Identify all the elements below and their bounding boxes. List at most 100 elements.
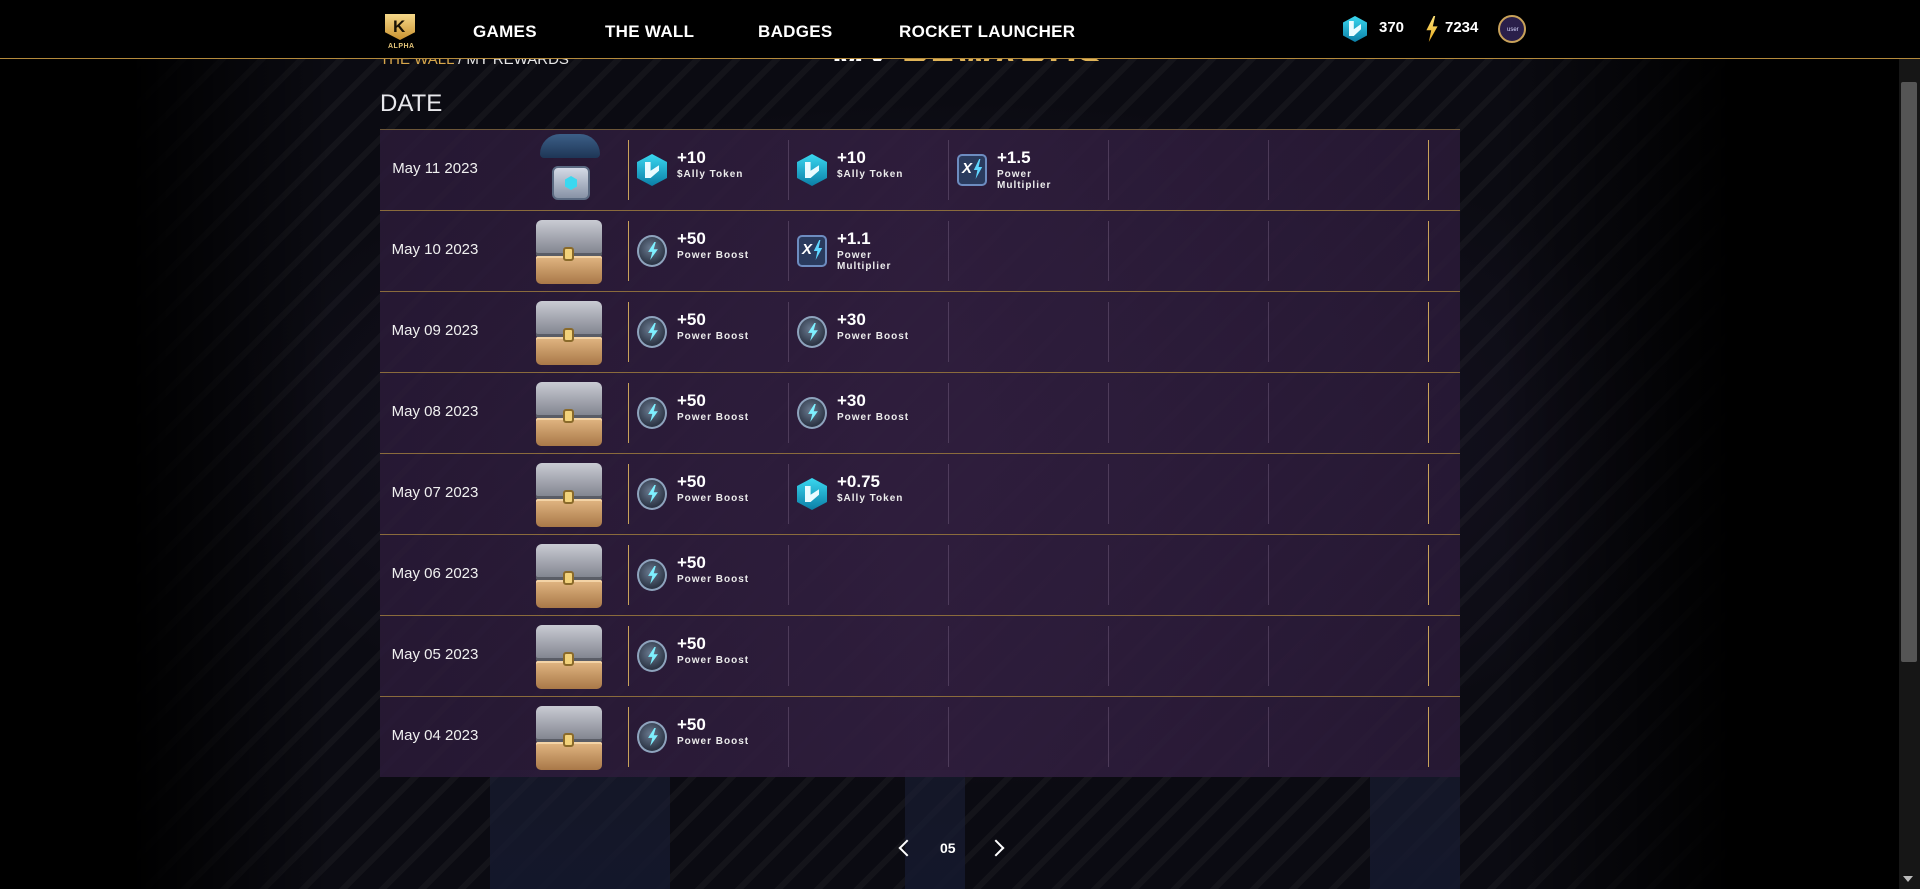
nav-rocket-launcher[interactable]: ROCKET LAUNCHER [899,22,1075,42]
reward-value: +50 [677,391,706,410]
column-divider [1268,626,1269,686]
reward-item: +50 Power Boost [629,225,787,277]
date-column-header: DATE [380,90,443,117]
airdrop-crate-icon [538,134,602,204]
reward-value: +1.1 [837,229,871,248]
column-divider [948,383,949,443]
power-boost-icon [637,397,667,429]
column-divider [1428,626,1429,686]
column-divider [1428,707,1429,767]
ally-token-icon [1343,16,1367,42]
column-divider [1428,302,1429,362]
logo[interactable]: K ALPHA [385,14,417,52]
column-divider [948,302,949,362]
column-divider [1108,140,1109,200]
reward-label: Power Boost [677,331,750,342]
reward-row: May 10 2023 +50 Power Boost X +1.1 Power Mult… [380,210,1460,290]
reward-row: May 11 2023 +10 $Ally Token +10 $Ally Token X… [380,129,1460,209]
reward-date: May 05 2023 [391,646,479,663]
reward-date: May 06 2023 [391,565,479,582]
nav-games[interactable]: GAMES [473,22,537,42]
page-number: 05 [940,840,956,856]
reward-chest-icon [536,220,602,284]
reward-item: +10 $Ally Token [789,144,947,196]
reward-item: +10 $Ally Token [629,144,787,196]
power-multiplier-icon: X [797,235,827,267]
column-divider [1428,221,1429,281]
reward-row: May 09 2023 +50 Power Boost +30 Power Boost [380,291,1460,371]
reward-row: May 04 2023 +50 Power Boost [380,696,1460,776]
column-divider [1428,545,1429,605]
reward-value: +50 [677,229,706,248]
reward-item: X +1.1 Power Multiplier [789,225,947,277]
reward-item: X +1.5 Power Multiplier [949,144,1107,196]
column-divider [788,545,789,605]
reward-chest-icon [536,706,602,770]
ally-balance: 370 [1379,19,1405,36]
column-divider [1108,464,1109,524]
reward-label: $Ally Token [677,169,744,180]
reward-label: Power Boost [677,655,750,666]
power-boost-icon [637,478,667,510]
background-structure [905,770,965,889]
reward-value: +10 [837,148,866,167]
reward-value: +50 [677,634,706,653]
background-structure [1370,770,1460,889]
reward-label: Power Boost [837,412,910,423]
reward-label: Power Boost [677,493,750,504]
column-divider [1268,302,1269,362]
scrollbar-thumb[interactable] [1901,82,1917,662]
reward-label: Power Multiplier [997,169,1052,191]
previous-page-button[interactable] [896,838,910,860]
column-divider [1108,302,1109,362]
background-structure [490,770,670,889]
reward-date: May 09 2023 [391,322,479,339]
background-vignette-left [0,0,330,889]
reward-label: Power Boost [677,250,750,261]
reward-row: May 08 2023 +50 Power Boost +30 Power Boost [380,372,1460,452]
column-divider [948,545,949,605]
reward-label: Power Boost [677,574,750,585]
power-boost-icon [637,559,667,591]
next-page-button[interactable] [990,838,1004,860]
column-divider [1268,707,1269,767]
column-divider [788,707,789,767]
reward-value: +50 [677,310,706,329]
reward-item: +50 Power Boost [629,387,787,439]
reward-item: +50 Power Boost [629,468,787,520]
reward-value: +10 [677,148,706,167]
reward-item: +50 Power Boost [629,630,787,682]
column-divider [1108,545,1109,605]
reward-value: +30 [837,391,866,410]
column-divider [948,707,949,767]
reward-label: $Ally Token [837,493,904,504]
column-divider [1428,464,1429,524]
power-boost-icon [637,235,667,267]
reward-row: May 06 2023 +50 Power Boost [380,534,1460,614]
column-divider [1268,383,1269,443]
reward-chest-icon [536,625,602,689]
reward-item: +50 Power Boost [629,711,787,763]
reward-value: +50 [677,472,706,491]
avatar[interactable]: user [1498,15,1526,43]
reward-chest-icon [536,544,602,608]
column-divider [1268,140,1269,200]
power-boost-icon [797,397,827,429]
nav-the-wall[interactable]: THE WALL [605,22,694,42]
reward-row: May 07 2023 +50 Power Boost +0.75 $Ally Toke… [380,453,1460,533]
reward-label: Power Boost [677,736,750,747]
column-divider [788,626,789,686]
reward-value: +50 [677,715,706,734]
reward-date: May 07 2023 [391,484,479,501]
reward-label: Power Multiplier [837,250,892,272]
power-boost-icon [797,316,827,348]
nav-badges[interactable]: BADGES [758,22,833,42]
scroll-down-arrow-icon[interactable] [1903,876,1913,882]
power-bolt-icon [1426,16,1438,42]
reward-item: +30 Power Boost [789,387,947,439]
rewards-table: May 11 2023 +10 $Ally Token +10 $Ally Token X… [380,129,1460,777]
column-divider [948,626,949,686]
reward-item: +50 Power Boost [629,306,787,358]
reward-label: Power Boost [837,331,910,342]
logo-text: ALPHA [388,43,415,50]
